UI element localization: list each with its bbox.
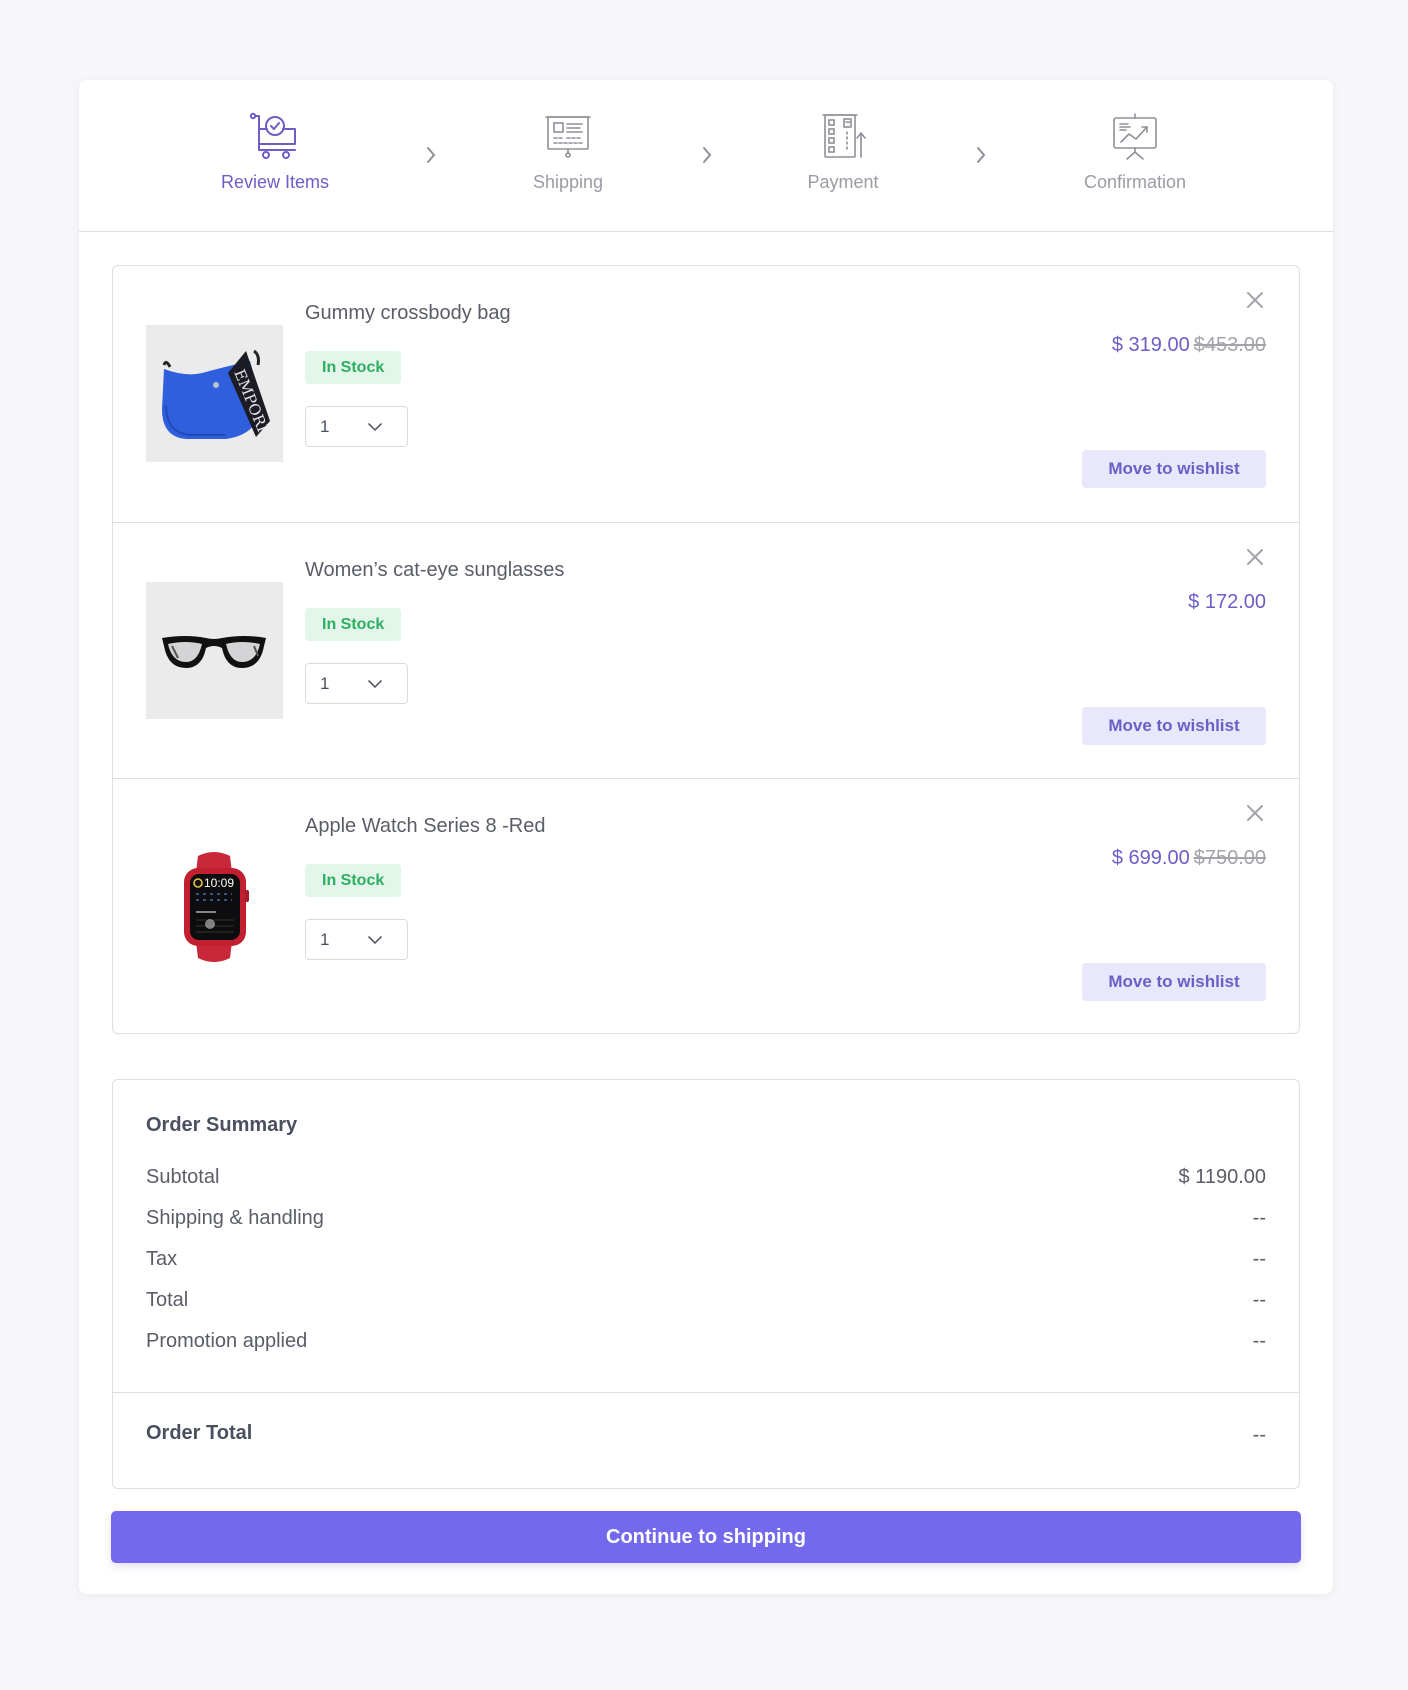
summary-label: Subtotal <box>146 1166 220 1188</box>
summary-row-tax: Tax -- <box>146 1248 1266 1276</box>
continue-to-shipping-button[interactable]: Continue to shipping <box>111 1511 1301 1563</box>
order-total-label: Order Total <box>146 1422 253 1444</box>
summary-divider <box>113 1392 1299 1393</box>
chart-easel-icon <box>1109 110 1161 162</box>
current-price: $ 319.00 <box>1111 334 1190 356</box>
cart-item: Women’s cat-eye sunglasses In Stock 1 $ … <box>113 522 1299 778</box>
quantity-select[interactable]: 1 <box>305 663 408 704</box>
quantity-select[interactable]: 1 <box>305 919 408 960</box>
step-label: Confirmation <box>1083 172 1187 192</box>
watch-time: 10:09 <box>204 876 234 890</box>
checkout-stepper: Review Items Shipping Payment Confirmati… <box>79 80 1333 232</box>
item-price: $ 699.00 $750.00 <box>1112 847 1266 870</box>
summary-value: -- <box>1252 1289 1266 1311</box>
stock-badge: In Stock <box>305 864 402 897</box>
step-label: Review Items <box>220 172 330 192</box>
summary-label: Total <box>146 1289 189 1311</box>
step-confirmation[interactable]: Confirmation <box>1035 110 1235 193</box>
quantity-value: 1 <box>320 674 330 693</box>
summary-label: Tax <box>146 1248 178 1270</box>
original-price: $453.00 <box>1193 334 1266 356</box>
chevron-down-icon <box>368 936 382 945</box>
product-image-sunglasses <box>146 582 283 719</box>
step-label: Payment <box>807 172 879 192</box>
cart-items-list: EMPORI Gummy crossbody bag In Stock 1 $ … <box>112 265 1300 1034</box>
order-summary: Order Summary Subtotal $ 1190.00 Shippin… <box>112 1079 1300 1489</box>
item-name: Women’s cat-eye sunglasses <box>305 559 565 581</box>
step-payment[interactable]: Payment <box>743 110 943 193</box>
order-summary-title: Order Summary <box>146 1114 298 1136</box>
chevron-right-icon <box>977 147 986 163</box>
cart-check-icon <box>249 110 301 162</box>
current-price: $ 699.00 <box>1111 847 1190 869</box>
step-label: Shipping <box>532 172 604 192</box>
remove-item-close-icon[interactable] <box>1245 547 1265 567</box>
step-shipping[interactable]: Shipping <box>468 110 668 193</box>
presentation-board-icon <box>542 110 594 162</box>
summary-row-promotion: Promotion applied -- <box>146 1330 1266 1358</box>
summary-value: -- <box>1252 1207 1266 1229</box>
quantity-value: 1 <box>320 417 330 436</box>
order-total-value: -- <box>1252 1424 1266 1446</box>
chevron-down-icon <box>368 680 382 689</box>
summary-value: -- <box>1252 1330 1266 1352</box>
chevron-down-icon <box>368 423 382 432</box>
summary-row-total: Total -- <box>146 1289 1266 1317</box>
item-price: $ 172.00 <box>1188 591 1266 614</box>
move-to-wishlist-button[interactable]: Move to wishlist <box>1082 450 1266 488</box>
summary-label: Promotion applied <box>146 1330 308 1352</box>
chevron-right-icon <box>703 147 712 163</box>
item-name: Apple Watch Series 8 -Red <box>305 815 546 837</box>
item-price: $ 319.00 $453.00 <box>1112 334 1266 357</box>
summary-value: $ 1190.00 <box>1178 1166 1267 1188</box>
stock-badge: In Stock <box>305 351 402 384</box>
quantity-select[interactable]: 1 <box>305 406 408 447</box>
summary-value: -- <box>1252 1248 1266 1270</box>
step-review-items[interactable]: Review Items <box>175 110 375 193</box>
stock-badge: In Stock <box>305 608 402 641</box>
item-name: Gummy crossbody bag <box>305 302 511 324</box>
current-price: $ 172.00 <box>1188 591 1266 613</box>
cart-item: 10:09 Apple Watch Series 8 -Red In Stock… <box>113 778 1299 1034</box>
remove-item-close-icon[interactable] <box>1245 803 1265 823</box>
original-price: $750.00 <box>1193 847 1266 869</box>
remove-item-close-icon[interactable] <box>1245 290 1265 310</box>
move-to-wishlist-button[interactable]: Move to wishlist <box>1082 963 1266 1001</box>
summary-row-shipping: Shipping & handling -- <box>146 1207 1266 1235</box>
summary-row-subtotal: Subtotal $ 1190.00 <box>146 1166 1266 1194</box>
product-image-bag: EMPORI <box>146 325 283 462</box>
card-upload-icon <box>817 110 869 162</box>
product-image-watch: 10:09 <box>146 838 283 975</box>
checkout-card: Review Items Shipping Payment Confirmati… <box>79 80 1333 1594</box>
summary-label: Shipping & handling <box>146 1207 324 1229</box>
chevron-right-icon <box>427 147 436 163</box>
cart-item: EMPORI Gummy crossbody bag In Stock 1 $ … <box>113 266 1299 522</box>
move-to-wishlist-button[interactable]: Move to wishlist <box>1082 707 1266 745</box>
quantity-value: 1 <box>320 930 330 949</box>
